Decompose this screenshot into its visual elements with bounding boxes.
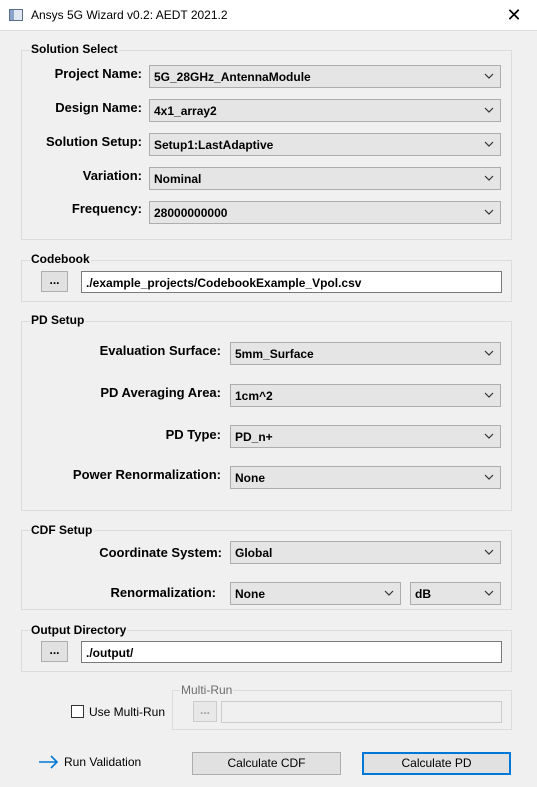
solution-setup-value: Setup1:LastAdaptive xyxy=(154,138,274,152)
pd-averaging-area-combo[interactable]: 1cm^2 xyxy=(230,384,501,407)
solution-select-title: Solution Select xyxy=(30,42,119,56)
variation-label: Variation: xyxy=(82,168,142,183)
renormalization-value: None xyxy=(235,587,265,601)
chevron-down-icon xyxy=(384,586,394,600)
coordinate-system-combo[interactable]: Global xyxy=(230,541,501,564)
power-renormalization-label: Power Renormalization: xyxy=(72,467,221,482)
frequency-label: Frequency: xyxy=(71,201,142,216)
output-path-field[interactable]: ./output/ xyxy=(81,641,502,663)
multi-run-browse-button[interactable]: ... xyxy=(193,701,217,722)
chevron-down-icon xyxy=(484,545,494,559)
window-icon xyxy=(9,9,23,21)
renormalization-unit-combo[interactable]: dB xyxy=(410,582,501,605)
chevron-down-icon xyxy=(484,171,494,185)
calculate-cdf-button[interactable]: Calculate CDF xyxy=(192,752,341,775)
output-directory-title: Output Directory xyxy=(30,623,128,637)
output-browse-button[interactable]: ... xyxy=(41,641,68,662)
use-multi-run-label[interactable]: Use Multi-Run xyxy=(89,705,165,719)
design-name-value: 4x1_array2 xyxy=(154,104,217,118)
codebook-title: Codebook xyxy=(30,252,91,266)
pd-averaging-area-value: 1cm^2 xyxy=(235,389,273,403)
close-button[interactable]: ✕ xyxy=(491,0,537,31)
solution-setup-combo[interactable]: Setup1:LastAdaptive xyxy=(149,133,501,156)
title-bar: Ansys 5G Wizard v0.2: AEDT 2021.2 ✕ xyxy=(0,0,537,31)
codebook-path-field[interactable]: ./example_projects/CodebookExample_Vpol.… xyxy=(81,271,502,293)
power-renormalization-combo[interactable]: None xyxy=(230,466,501,489)
evaluation-surface-label: Evaluation Surface: xyxy=(99,343,221,358)
evaluation-surface-value: 5mm_Surface xyxy=(235,347,314,361)
power-renormalization-value: None xyxy=(235,471,265,485)
project-name-label: Project Name: xyxy=(54,66,142,81)
frequency-combo[interactable]: 28000000000 xyxy=(149,201,501,224)
pd-averaging-area-label: PD Averaging Area: xyxy=(100,385,221,400)
multi-run-path-field[interactable] xyxy=(221,701,502,723)
run-validation-link[interactable]: Run Validation xyxy=(64,755,141,769)
renormalization-label: Renormalization: xyxy=(110,585,216,600)
variation-combo[interactable]: Nominal xyxy=(149,167,501,190)
coordinate-system-value: Global xyxy=(235,546,273,560)
chevron-down-icon xyxy=(484,346,494,360)
design-name-label: Design Name: xyxy=(55,100,142,115)
chevron-down-icon xyxy=(484,137,494,151)
chevron-down-icon xyxy=(484,470,494,484)
coordinate-system-label: Coordinate System: xyxy=(99,545,222,560)
project-name-combo[interactable]: 5G_28GHz_AntennaModule xyxy=(149,65,501,88)
chevron-down-icon xyxy=(484,205,494,219)
frequency-value: 28000000000 xyxy=(154,206,228,220)
multi-run-title: Multi-Run xyxy=(180,683,234,697)
chevron-down-icon xyxy=(484,69,494,83)
pd-type-combo[interactable]: PD_n+ xyxy=(230,425,501,448)
window-title: Ansys 5G Wizard v0.2: AEDT 2021.2 xyxy=(31,8,228,22)
variation-value: Nominal xyxy=(154,172,202,186)
solution-setup-label: Solution Setup: xyxy=(45,134,142,149)
use-multi-run-checkbox[interactable] xyxy=(71,705,84,718)
design-name-combo[interactable]: 4x1_array2 xyxy=(149,99,501,122)
chevron-down-icon xyxy=(484,586,494,600)
calculate-pd-button[interactable]: Calculate PD xyxy=(362,752,511,775)
pd-setup-title: PD Setup xyxy=(30,313,86,327)
evaluation-surface-combo[interactable]: 5mm_Surface xyxy=(230,342,501,365)
chevron-down-icon xyxy=(484,103,494,117)
codebook-browse-button[interactable]: ... xyxy=(41,271,68,292)
chevron-down-icon xyxy=(484,388,494,402)
project-name-value: 5G_28GHz_AntennaModule xyxy=(154,70,311,84)
pd-type-value: PD_n+ xyxy=(235,430,273,444)
arrow-right-icon[interactable] xyxy=(38,754,60,770)
chevron-down-icon xyxy=(484,429,494,443)
renormalization-unit-value: dB xyxy=(415,587,431,601)
renormalization-combo[interactable]: None xyxy=(230,582,401,605)
pd-type-label: PD Type: xyxy=(165,427,221,442)
cdf-setup-title: CDF Setup xyxy=(30,523,94,537)
